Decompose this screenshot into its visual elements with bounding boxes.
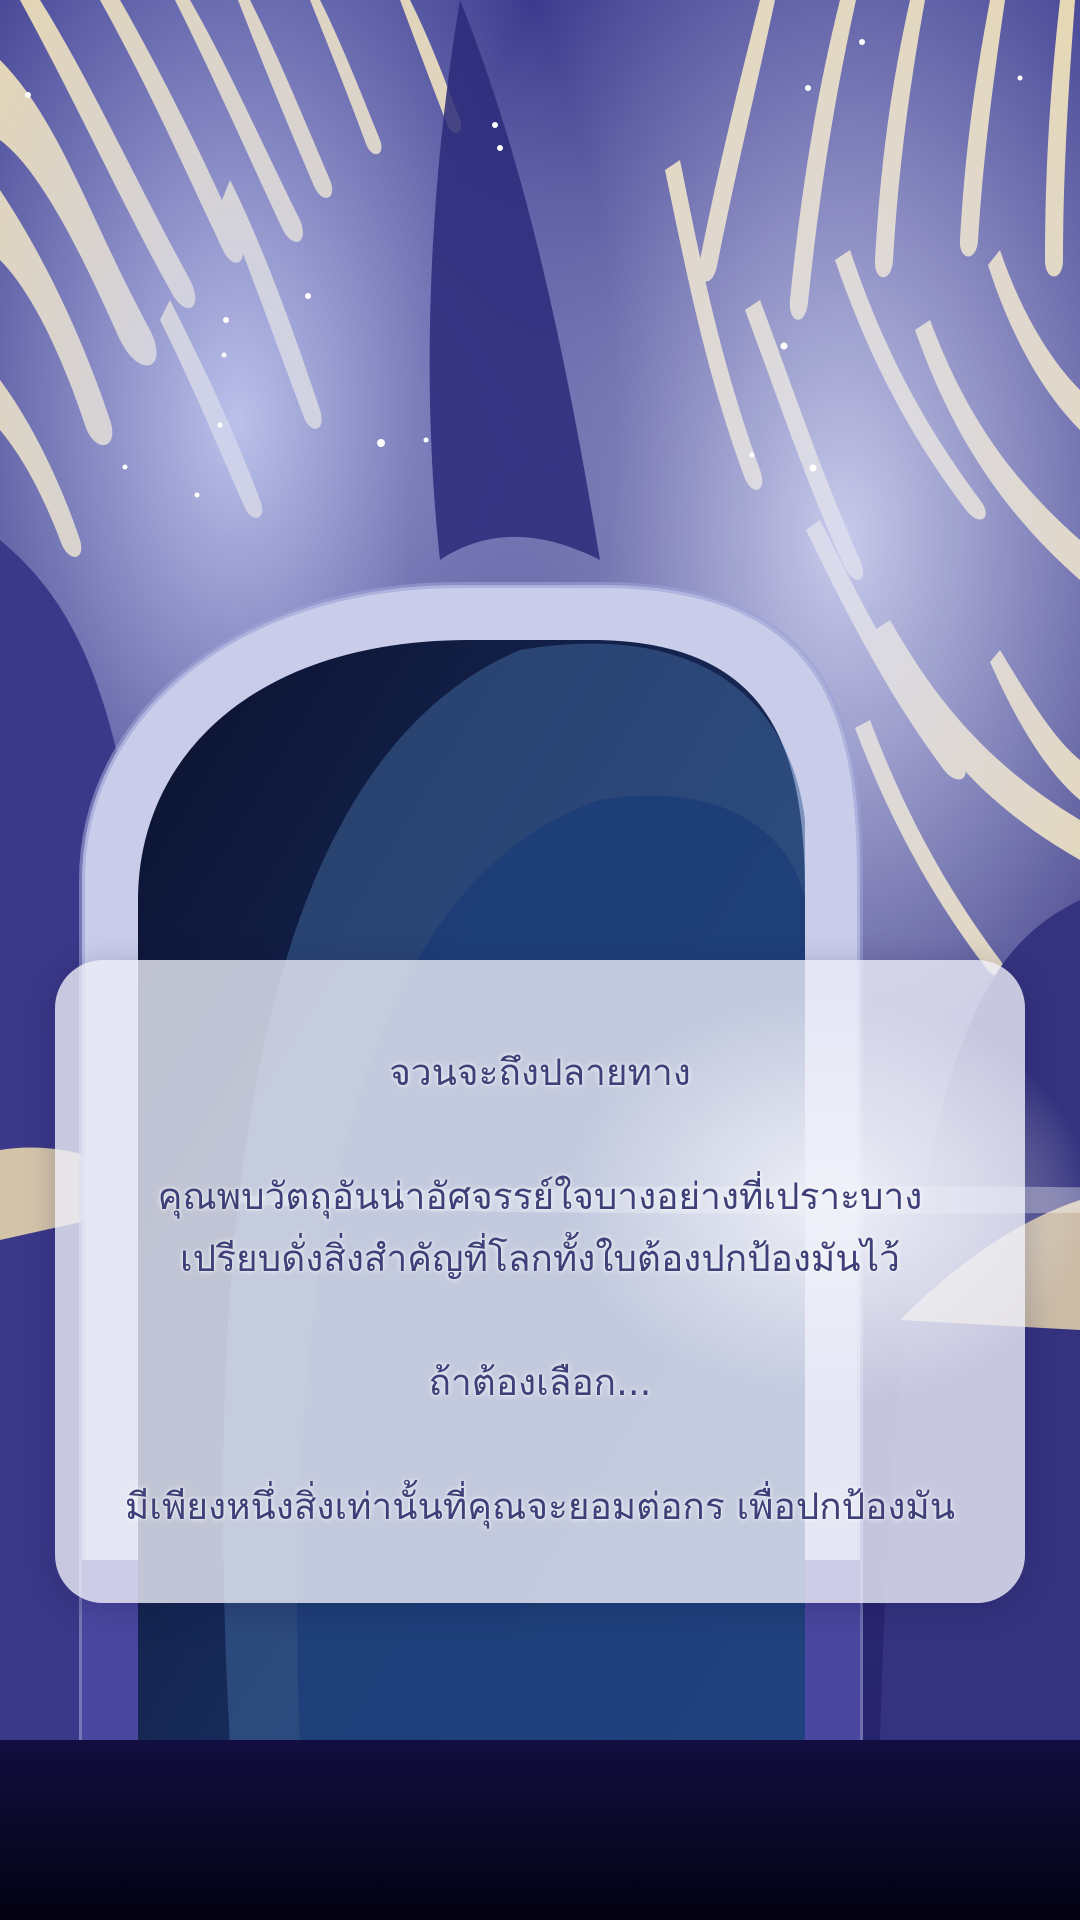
- floor: [0, 1740, 1080, 1920]
- story-line-1: จวนจะถึงปลายทาง: [389, 1051, 691, 1094]
- story-line-4: ถ้าต้องเลือก...: [428, 1361, 652, 1404]
- story-line-5: มีเพียงหนึ่งสิ่งเท่านั้นที่คุณจะยอมต่อกร…: [124, 1485, 956, 1528]
- story-screen: จวนจะถึงปลายทาง คุณพบวัตถุอันน่าอัศจรรย์…: [0, 0, 1080, 1920]
- story-line-3: เปรียบดั่งสิ่งสำคัญที่โลกทั้งใบต้องปกป้อ…: [180, 1237, 900, 1280]
- story-line-2: คุณพบวัตถุอันน่าอัศจรรย์ใจบางอย่างที่เปร…: [157, 1175, 923, 1218]
- story-text-card: จวนจะถึงปลายทาง คุณพบวัตถุอันน่าอัศจรรย์…: [55, 960, 1025, 1603]
